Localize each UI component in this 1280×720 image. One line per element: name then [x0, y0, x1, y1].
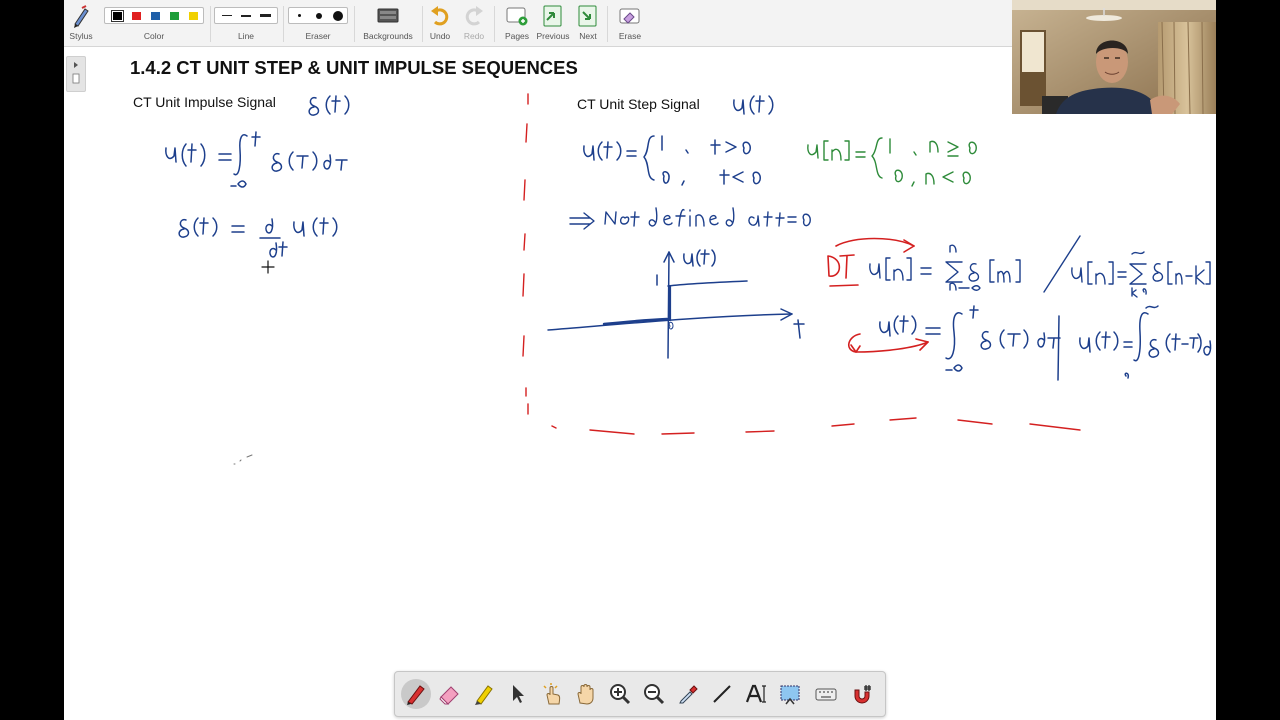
webcam-overlay — [1012, 0, 1216, 114]
pointer-icon — [513, 685, 524, 703]
ink-step-plot — [547, 249, 805, 359]
keyboard-button[interactable] — [811, 679, 841, 709]
text-tool-button[interactable] — [741, 679, 771, 709]
ink-step-integral — [165, 131, 348, 188]
zoom-in-icon — [610, 684, 631, 705]
cursor-crosshair-icon — [261, 260, 275, 274]
pan-tool-button[interactable] — [571, 679, 601, 709]
eyedropper-icon — [679, 685, 698, 704]
ink-dt-sum-relations — [869, 235, 1211, 298]
zoom-in-button[interactable] — [605, 679, 635, 709]
ink-stray-marks — [233, 454, 253, 465]
color-picker-button[interactable] — [673, 679, 703, 709]
ink-delta-derivative — [178, 217, 338, 258]
highlighter-tool-button[interactable] — [469, 679, 499, 709]
line-tool-icon — [713, 685, 731, 703]
ink-ct-integral-relations — [879, 305, 1212, 381]
select-tool-button[interactable] — [503, 679, 533, 709]
text-tool-icon — [745, 684, 766, 703]
magnet-tool-button[interactable] — [847, 679, 877, 709]
click-tool-button[interactable] — [537, 679, 567, 709]
ink-section-dividers — [522, 93, 1081, 435]
ink-dt-marker — [827, 237, 929, 353]
ink-delta-label — [308, 95, 350, 116]
screenshot-tool-button[interactable] — [775, 679, 805, 709]
highlighter-icon — [475, 685, 493, 705]
keyboard-icon — [815, 688, 837, 701]
drawing-tools-toolbar — [394, 671, 886, 717]
highlighter-eraser-icon — [439, 686, 459, 705]
zoom-out-button[interactable] — [639, 679, 669, 709]
pan-hand-icon — [577, 684, 594, 705]
screenshot-icon — [780, 685, 800, 705]
ink-step-label — [733, 95, 774, 115]
ink-dt-step-definition — [807, 137, 977, 187]
pen-tool-button[interactable] — [401, 679, 431, 709]
click-hand-icon — [543, 683, 561, 705]
ink-step-definition — [583, 135, 761, 186]
line-tool-button[interactable] — [707, 679, 737, 709]
ink-not-defined-note — [569, 207, 811, 230]
magnet-icon — [854, 685, 871, 704]
zoom-out-icon — [644, 684, 665, 705]
presenter-video-feed — [1012, 0, 1216, 114]
pen-icon — [407, 685, 425, 705]
eraser-tool-button[interactable] — [435, 679, 465, 709]
